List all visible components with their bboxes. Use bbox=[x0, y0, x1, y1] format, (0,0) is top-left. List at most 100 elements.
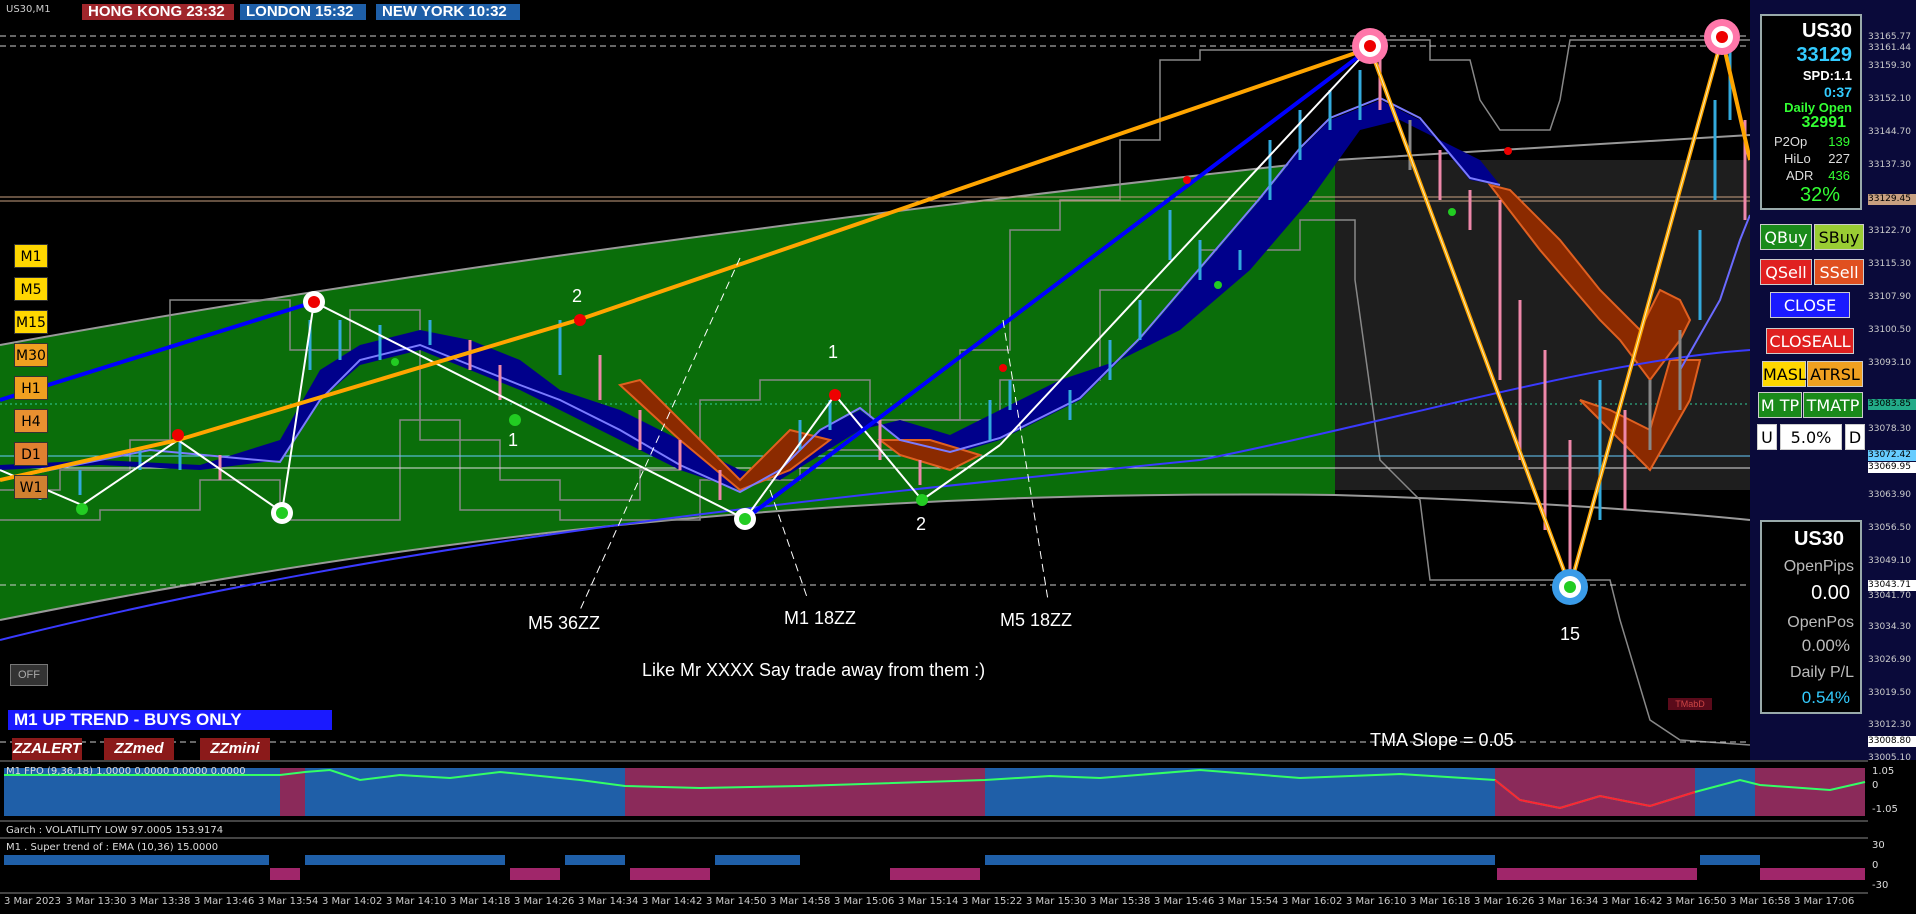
price-axis-label: 33100.50 bbox=[1868, 325, 1911, 335]
price-axis-label: 33093.10 bbox=[1868, 358, 1911, 368]
zzmed-button[interactable]: ZZmed bbox=[104, 738, 174, 760]
price-axis-label: 33144.70 bbox=[1868, 127, 1911, 137]
price-axis-label: 33041.70 bbox=[1868, 591, 1911, 601]
annotation-m5-36zz: M5 36ZZ bbox=[528, 613, 601, 633]
price-axis-label: 33034.30 bbox=[1868, 622, 1911, 632]
open-pos-label: OpenPos bbox=[1787, 614, 1854, 631]
fpo-scale-top: 1.05 bbox=[1872, 766, 1895, 777]
tf-button-m5[interactable]: M5 bbox=[14, 277, 48, 301]
fpo-scale-bottom: -1.05 bbox=[1872, 804, 1898, 815]
time-axis-label: 3 Mar 14:42 bbox=[642, 896, 703, 907]
masl-button[interactable]: MASL bbox=[1762, 361, 1807, 387]
d-button[interactable]: D bbox=[1845, 424, 1865, 450]
clock-hong-kong: HONG KONG 23:32 bbox=[82, 4, 234, 20]
price-axis-label: 33056.50 bbox=[1868, 523, 1911, 533]
time-axis-label: 3 Mar 15:22 bbox=[962, 896, 1023, 907]
tmatp-button[interactable]: TMATP bbox=[1803, 392, 1863, 418]
off-button[interactable]: OFF bbox=[10, 664, 48, 686]
annotation-2a: 2 bbox=[572, 286, 583, 306]
daily-open-value: 32991 bbox=[1801, 114, 1847, 131]
time-axis-label: 3 Mar 14:18 bbox=[450, 896, 511, 907]
supertrend-label: M1 . Super trend of : EMA (10,36) 15.000… bbox=[6, 842, 219, 853]
price-chart[interactable] bbox=[0, 0, 1916, 914]
time-axis-label: 3 Mar 14:58 bbox=[770, 896, 831, 907]
tf-button-m15[interactable]: M15 bbox=[14, 310, 48, 334]
price-axis-label: 33161.44 bbox=[1868, 43, 1911, 53]
daily-open-label: Daily Open bbox=[1784, 100, 1852, 115]
annotation-1b: 1 bbox=[828, 342, 839, 362]
garch-label: Garch : VOLATILITY LOW 97.0005 153.9174 bbox=[6, 825, 224, 836]
price-axis-label: 33152.10 bbox=[1868, 94, 1911, 104]
tf-button-m30[interactable]: M30 bbox=[14, 343, 48, 367]
fpo-scale-mid: 0 bbox=[1872, 780, 1879, 791]
time-axis-label: 3 Mar 14:10 bbox=[386, 896, 447, 907]
annotation-comment: Like Mr XXXX Say trade away from them :) bbox=[642, 660, 986, 680]
time-axis-label: 3 Mar 15:30 bbox=[1026, 896, 1087, 907]
st-scale-bottom: -30 bbox=[1872, 880, 1889, 891]
qbuy-button[interactable]: QBuy bbox=[1760, 224, 1812, 250]
price-axis-label: 33078.30 bbox=[1868, 424, 1911, 434]
risk-input[interactable]: 5.0% bbox=[1780, 424, 1842, 450]
annotation-m1-18zz: M1 18ZZ bbox=[784, 608, 857, 628]
time-axis-label: 3 Mar 13:30 bbox=[66, 896, 127, 907]
st-scale-top: 30 bbox=[1872, 840, 1885, 851]
price-axis-label: 33005.10 bbox=[1868, 753, 1911, 763]
price-axis-label: 33063.90 bbox=[1868, 490, 1911, 500]
zzmini-button[interactable]: ZZmini bbox=[200, 738, 270, 760]
price-axis-label: 33019.50 bbox=[1868, 688, 1911, 698]
qsell-button[interactable]: QSell bbox=[1760, 259, 1812, 285]
info-spread: SPD:1.1 bbox=[1802, 68, 1852, 83]
time-axis-label: 3 Mar 14:26 bbox=[514, 896, 575, 907]
sbuy-button[interactable]: SBuy bbox=[1814, 224, 1864, 250]
clock-new-york: NEW YORK 10:32 bbox=[376, 4, 520, 20]
price-axis-label: 33083.85 bbox=[1868, 399, 1916, 410]
mtp-button[interactable]: M TP bbox=[1758, 392, 1802, 418]
info-timer: 0:37 bbox=[1823, 84, 1852, 100]
atrsl-button[interactable]: ATRSL bbox=[1807, 361, 1863, 387]
time-axis-label: 3 Mar 13:38 bbox=[130, 896, 191, 907]
stat-hilo-label: HiLo bbox=[1784, 151, 1811, 166]
tf-button-d1[interactable]: D1 bbox=[14, 442, 48, 466]
open-pips-label: OpenPips bbox=[1783, 558, 1854, 575]
time-axis-label: 3 Mar 15:46 bbox=[1154, 896, 1215, 907]
tf-button-h1[interactable]: H1 bbox=[14, 376, 48, 400]
info-price: 33129 bbox=[1796, 44, 1852, 66]
price-axis-label: 33069.95 bbox=[1868, 462, 1916, 473]
tf-button-h4[interactable]: H4 bbox=[14, 409, 48, 433]
ssell-button[interactable]: SSell bbox=[1814, 259, 1864, 285]
tma-tag: TMabD bbox=[1668, 698, 1712, 710]
time-axis-label: 3 Mar 13:46 bbox=[194, 896, 255, 907]
time-axis-label: 3 Mar 16:42 bbox=[1602, 896, 1663, 907]
time-axis-label: 3 Mar 15:06 bbox=[834, 896, 895, 907]
price-axis-label: 33115.30 bbox=[1868, 259, 1911, 269]
price-axis-label: 33026.90 bbox=[1868, 655, 1911, 665]
u-button[interactable]: U bbox=[1757, 424, 1777, 450]
closeall-button[interactable]: CLOSEALL bbox=[1766, 328, 1854, 354]
time-axis-label: 3 Mar 16:34 bbox=[1538, 896, 1599, 907]
info-symbol: US30 bbox=[1801, 20, 1852, 42]
time-axis-label: 3 Mar 16:02 bbox=[1282, 896, 1343, 907]
price-axis-label: 33122.70 bbox=[1868, 226, 1911, 236]
time-axis-label: 3 Mar 16:18 bbox=[1410, 896, 1471, 907]
zzalert-button[interactable]: ZZALERT bbox=[12, 738, 82, 760]
price-axis-label: 33008.80 bbox=[1868, 736, 1916, 747]
tf-button-m1[interactable]: M1 bbox=[14, 244, 48, 268]
stat-p2op-label: P2Op bbox=[1774, 134, 1808, 149]
price-axis-label: 33072.42 bbox=[1868, 450, 1916, 461]
price-axis-label: 33043.71 bbox=[1868, 580, 1916, 591]
time-axis-label: 3 Mar 2023 bbox=[4, 896, 62, 907]
trend-banner: M1 UP TREND - BUYS ONLY bbox=[8, 710, 332, 730]
time-axis-label: 3 Mar 16:58 bbox=[1730, 896, 1791, 907]
fpo-indicator-label: M1 FPO (9,36,18) 1.0000 0.0000 0.0000 0.… bbox=[6, 766, 246, 777]
annotation-2b: 2 bbox=[916, 514, 927, 534]
clock-london: LONDON 15:32 bbox=[240, 4, 366, 20]
price-axis-label: 33159.30 bbox=[1868, 61, 1911, 71]
daily-pl-value: 0.54% bbox=[1801, 688, 1850, 707]
open-pos-value: 0.00% bbox=[1801, 636, 1850, 655]
price-axis-label: 33129.45 bbox=[1868, 194, 1916, 205]
time-axis-label: 3 Mar 17:06 bbox=[1794, 896, 1855, 907]
stat-adr-label: ADR bbox=[1786, 168, 1814, 183]
stat-hilo-value: 227 bbox=[1828, 151, 1850, 166]
close-button[interactable]: CLOSE bbox=[1770, 292, 1850, 318]
tf-button-w1[interactable]: W1 bbox=[14, 475, 48, 499]
